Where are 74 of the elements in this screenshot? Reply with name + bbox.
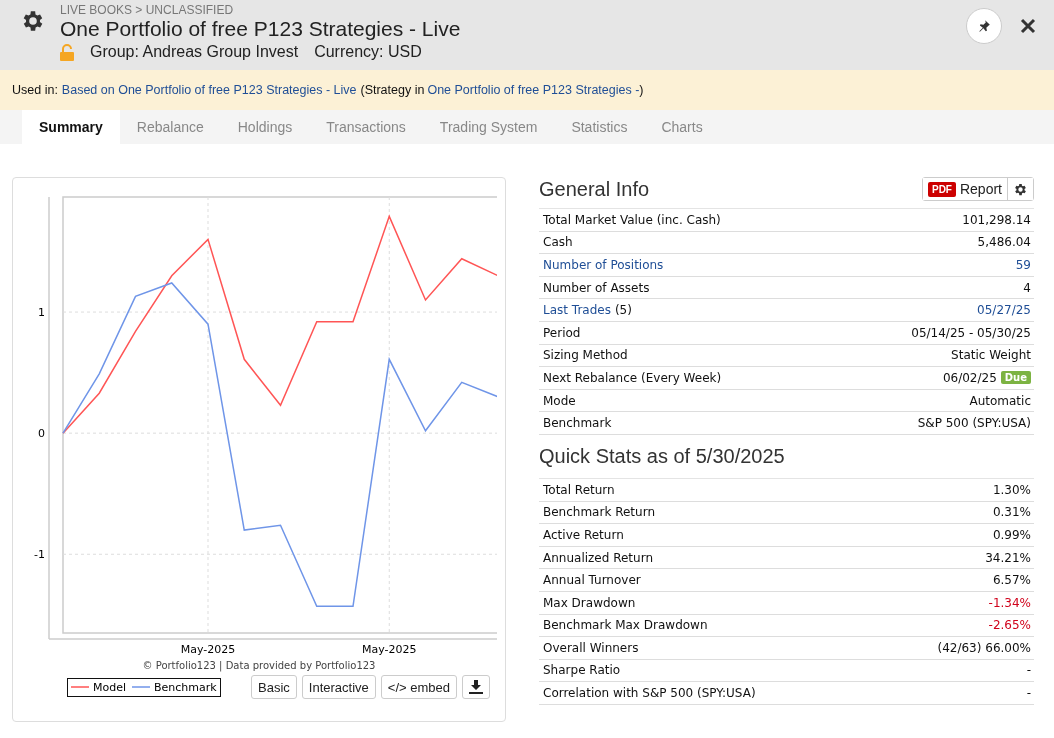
row-value: 6.57% <box>992 573 1031 588</box>
chart-credit: © Portfolio123 | Data provided by Portfolio123 <box>141 660 377 671</box>
row-value: Static Weight <box>951 348 1031 363</box>
row-value: S&P 500 (SPY:USA) <box>917 416 1031 431</box>
tab[interactable]: Summary <box>22 110 120 144</box>
strategy-link[interactable]: Based on One Portfolio of free P123 Strategies - Live <box>61 83 357 97</box>
row-value: 4 <box>1023 280 1031 295</box>
download-button[interactable] <box>462 675 490 699</box>
row-label: Overall Winners <box>543 640 639 655</box>
y-tick-label: 0 <box>38 427 45 441</box>
row-label: Total Return <box>543 482 615 497</box>
row-value: 0.31% <box>992 505 1031 520</box>
legend-line-icon <box>71 685 89 689</box>
row-value: - <box>1026 686 1031 701</box>
row-value: 05/14/25 - 05/30/25 <box>911 325 1031 340</box>
breadcrumb: LIVE BOOKS > UNCLASSIFIED <box>60 4 235 16</box>
row-label: Annual Turnover <box>543 573 641 588</box>
chart-mode-button[interactable]: Interactive <box>301 675 376 699</box>
row-value: Automatic <box>969 393 1031 408</box>
y-tick-label: -1 <box>34 548 45 562</box>
row-value-link[interactable]: 05/27/25 <box>977 303 1031 318</box>
x-tick-label: May-2025 <box>180 643 236 656</box>
row-label: Total Market Value (inc. Cash) <box>543 212 721 227</box>
section-title: General Info <box>539 177 650 201</box>
row-label: Annualized Return <box>543 550 653 565</box>
row-value-link[interactable]: 59 <box>1015 258 1031 272</box>
row-label: Correlation with S&P 500 (SPY:USA) <box>543 686 756 701</box>
row-label: Mode <box>543 393 576 408</box>
row-label: Number of Assets <box>543 280 650 295</box>
chart-mode-button[interactable]: Basic <box>251 675 297 699</box>
row-value: -2.65% <box>988 618 1031 633</box>
row-label: Benchmark Max Drawdown <box>543 618 708 633</box>
row-label: Max Drawdown <box>543 595 636 610</box>
row-label: Benchmark <box>543 416 612 431</box>
row-label: Sizing Method <box>543 348 628 363</box>
chart-mode-button[interactable]: </> embed <box>380 675 457 699</box>
row-label-count: (5) <box>614 303 632 318</box>
legend-item: Benchmark <box>132 680 217 694</box>
row-value: -1.34% <box>988 595 1031 610</box>
row-label: Cash <box>543 235 573 250</box>
row-value: 34.21% <box>985 550 1031 565</box>
pin-button[interactable] <box>966 8 1002 44</box>
row-label: Period <box>543 325 581 340</box>
download-icon <box>469 680 483 694</box>
legend-item: Model <box>71 680 127 694</box>
gear-icon <box>1013 181 1028 197</box>
row-value: 1.30% <box>992 482 1031 497</box>
row-value: (42/63) 66.00% <box>937 640 1031 655</box>
row-label: Next Rebalance (Every Week) <box>543 370 722 385</box>
row-value: - <box>1026 663 1031 678</box>
row-label-link[interactable]: Last Trades <box>543 303 611 318</box>
page-title: One Portfolio of free P123 Strategies - Live <box>60 16 462 42</box>
row-label: Active Return <box>543 527 624 542</box>
pdf-report-button[interactable]: PDF Report <box>922 178 1008 200</box>
row-value: 5,486.04 <box>977 235 1031 250</box>
status-badge: Due <box>1000 371 1031 385</box>
currency-label: Currency: USD <box>314 42 422 62</box>
x-tick-label: May-2025 <box>362 643 417 656</box>
row-value: 06/02/25 <box>942 370 997 385</box>
row-label: Benchmark Return <box>543 505 655 520</box>
y-tick-label: 1 <box>38 306 45 320</box>
banner-text: (Strategy in <box>360 83 425 97</box>
portfolio-link[interactable]: One Portfolio of free P123 Strategies - <box>427 83 640 97</box>
row-label-link[interactable]: Number of Positions <box>543 258 664 272</box>
banner-text: ) <box>639 83 644 97</box>
row-value: 0.99% <box>992 527 1031 542</box>
close-button[interactable] <box>1020 18 1036 34</box>
group-label: Group: Andreas Group Invest <box>90 42 299 62</box>
banner-label: Used in: <box>12 83 58 97</box>
row-label: Sharpe Ratio <box>543 663 621 678</box>
pin-icon <box>977 19 991 33</box>
row-value: 101,298.14 <box>962 212 1031 227</box>
section-title: Quick Stats as of 5/30/2025 <box>539 444 785 468</box>
legend-line-icon <box>132 685 151 689</box>
